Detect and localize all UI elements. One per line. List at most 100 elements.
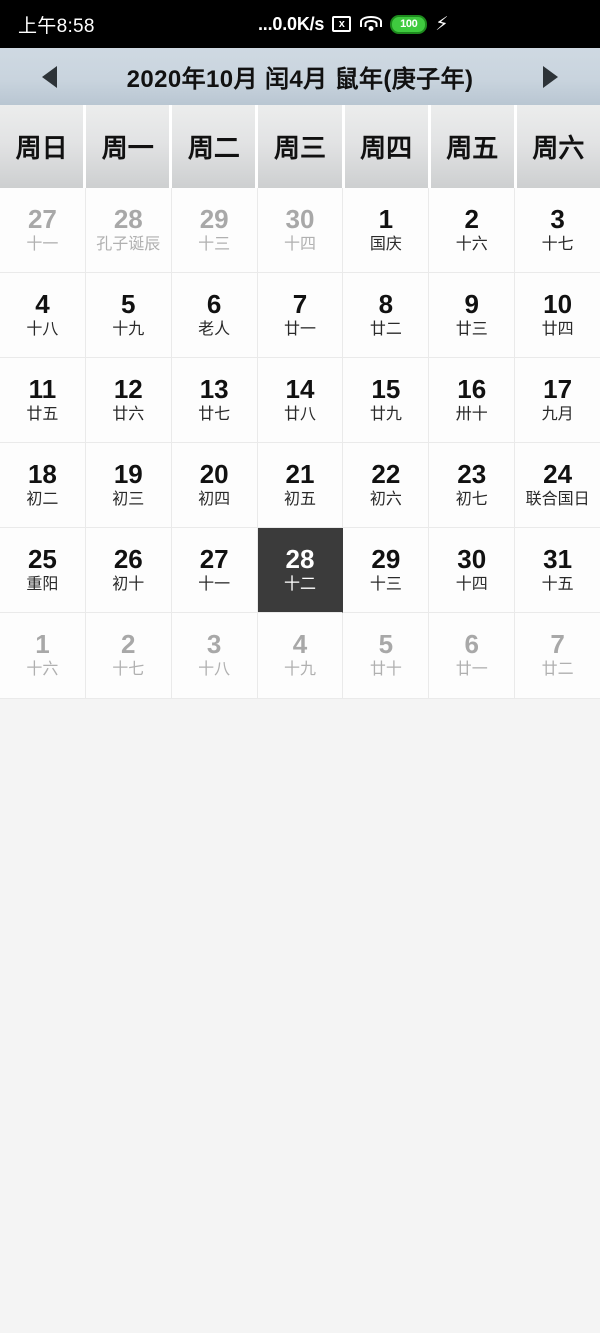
- day-lunar-label: 廿二: [369, 320, 402, 338]
- day-number: 29: [199, 203, 229, 234]
- calendar-day-cell[interactable]: 2 十七: [85, 613, 172, 699]
- calendar-day-cell[interactable]: 13 廿七: [171, 358, 258, 443]
- day-lunar-label: 初四: [198, 490, 231, 508]
- calendar-day-cell[interactable]: 1 国庆: [343, 188, 430, 273]
- calendar-day-cell[interactable]: 6 廿一: [429, 613, 516, 699]
- day-number: 2: [121, 629, 136, 660]
- calendar-day-cell[interactable]: 18 初二: [0, 443, 86, 528]
- calendar-day-cell[interactable]: 21 初五: [257, 443, 344, 528]
- calendar-day-cell[interactable]: 27 十一: [0, 188, 86, 273]
- calendar-week-row: 11 廿五 12 廿六 13 廿七 14 廿八 15 廿九 16 卅十 17 九月: [0, 358, 600, 443]
- calendar-day-cell[interactable]: 7 廿一: [257, 273, 344, 358]
- calendar-day-cell[interactable]: 15 廿九: [343, 358, 430, 443]
- calendar-day-cell[interactable]: 14 廿八: [257, 358, 344, 443]
- next-month-arrow-icon[interactable]: [542, 65, 558, 88]
- calendar-day-cell[interactable]: 16 卅十: [429, 358, 516, 443]
- day-lunar-label: 十四: [455, 575, 488, 593]
- calendar-day-cell[interactable]: 4 十九: [257, 613, 344, 699]
- weekday-label: 周一: [101, 133, 154, 163]
- calendar-day-cell[interactable]: 9 廿三: [429, 273, 516, 358]
- day-number: 26: [113, 543, 143, 574]
- day-number: 25: [27, 543, 57, 574]
- calendar-day-cell[interactable]: 8 廿二: [343, 273, 430, 358]
- day-number: 6: [464, 629, 479, 660]
- day-lunar-label: 十四: [284, 235, 317, 253]
- day-number: 21: [285, 458, 315, 489]
- day-number: 28: [285, 543, 315, 574]
- day-lunar-label: 重阳: [26, 575, 59, 593]
- weekday-header-cell-3: 周三: [258, 105, 342, 188]
- status-bar-clock: 上午8:58: [18, 15, 95, 37]
- calendar-day-cell[interactable]: 12 廿六: [85, 358, 172, 443]
- day-lunar-label: 廿三: [455, 320, 488, 338]
- calendar-day-cell[interactable]: 3 十七: [515, 188, 600, 273]
- day-number: 18: [27, 458, 57, 489]
- day-number: 4: [292, 629, 308, 660]
- calendar-day-cell[interactable]: 28 孔子诞辰: [85, 188, 172, 273]
- day-lunar-label: 十九: [112, 320, 145, 338]
- weekday-header-cell-6: 周六: [516, 105, 600, 188]
- weekday-label: 周四: [360, 133, 413, 163]
- day-lunar-label: 廿八: [284, 405, 317, 423]
- calendar-day-cell[interactable]: 22 初六: [343, 443, 430, 528]
- day-number: 12: [113, 373, 143, 404]
- day-number: 29: [371, 543, 401, 574]
- day-lunar-label: 初十: [112, 575, 145, 593]
- calendar-grid: 27 十一 28 孔子诞辰 29 十三 30 十四 1 国庆 2 十六 3 十七 4 十八 5 十九 6 老人 7 廿一 8…: [0, 188, 600, 699]
- day-number: 1: [35, 629, 50, 660]
- calendar-day-cell[interactable]: 25 重阳: [0, 528, 86, 613]
- day-lunar-label: 九月: [541, 405, 574, 423]
- day-lunar-label: 老人: [198, 320, 231, 338]
- calendar-day-cell[interactable]: 30 十四: [257, 188, 344, 273]
- day-number: 6: [206, 288, 222, 319]
- calendar-day-cell[interactable]: 23 初七: [429, 443, 516, 528]
- day-lunar-label: 十八: [26, 320, 59, 338]
- calendar-day-cell[interactable]: 5 十九: [85, 273, 172, 358]
- day-number: 15: [371, 373, 401, 404]
- weekday-header-row: 周日 周一 周二 周三 周四 周五 周六: [0, 105, 600, 188]
- calendar-day-cell[interactable]: 7 廿二: [515, 613, 600, 699]
- calendar-day-cell[interactable]: 30 十四: [429, 528, 516, 613]
- day-number: 8: [378, 288, 394, 319]
- weekday-label: 周三: [273, 133, 326, 163]
- day-number: 27: [27, 203, 57, 234]
- calendar-day-cell[interactable]: 1 十六: [0, 613, 86, 699]
- calendar-day-cell[interactable]: 4 十八: [0, 273, 86, 358]
- calendar-day-cell[interactable]: 29 十三: [171, 188, 258, 273]
- calendar-day-cell[interactable]: 2 十六: [429, 188, 516, 273]
- calendar-day-cell[interactable]: 17 九月: [515, 358, 600, 443]
- calendar-day-cell[interactable]: 11 廿五: [0, 358, 86, 443]
- previous-month-arrow-icon[interactable]: [42, 65, 57, 88]
- day-lunar-label: 十三: [369, 575, 402, 593]
- day-lunar-label: 十三: [198, 235, 231, 253]
- calendar-day-cell-selected[interactable]: 28 十二: [257, 528, 344, 613]
- day-number: 10: [543, 288, 573, 319]
- day-number: 30: [285, 203, 315, 234]
- calendar-day-cell[interactable]: 6 老人: [171, 273, 258, 358]
- day-lunar-label: 十二: [284, 575, 317, 593]
- calendar-day-cell[interactable]: 10 廿四: [515, 273, 600, 358]
- calendar-day-cell[interactable]: 20 初四: [171, 443, 258, 528]
- weekday-label: 周二: [187, 133, 240, 163]
- day-number: 16: [457, 373, 487, 404]
- day-number: 30: [457, 543, 487, 574]
- calendar-day-cell[interactable]: 5 廿十: [343, 613, 430, 699]
- calendar-day-cell[interactable]: 3 十八: [171, 613, 258, 699]
- calendar-day-cell[interactable]: 19 初三: [85, 443, 172, 528]
- day-lunar-label: 廿一: [455, 661, 488, 679]
- day-lunar-label: 廿五: [26, 405, 59, 423]
- day-number: 14: [285, 373, 315, 404]
- calendar-day-cell[interactable]: 26 初十: [85, 528, 172, 613]
- day-number: 4: [35, 288, 50, 319]
- calendar-day-cell[interactable]: 27 十一: [171, 528, 258, 613]
- calendar-day-cell[interactable]: 31 十五: [515, 528, 600, 613]
- day-lunar-label: 十八: [198, 661, 231, 679]
- calendar-day-cell[interactable]: 29 十三: [343, 528, 430, 613]
- day-number: 7: [292, 288, 308, 319]
- day-lunar-label: 十七: [541, 235, 574, 253]
- calendar-day-cell[interactable]: 24 联合国日: [515, 443, 600, 528]
- signal-off-icon-glyph: x: [338, 17, 345, 30]
- day-lunar-label: 廿七: [198, 405, 231, 423]
- day-lunar-label: 廿十: [369, 661, 402, 679]
- day-number: 13: [199, 373, 229, 404]
